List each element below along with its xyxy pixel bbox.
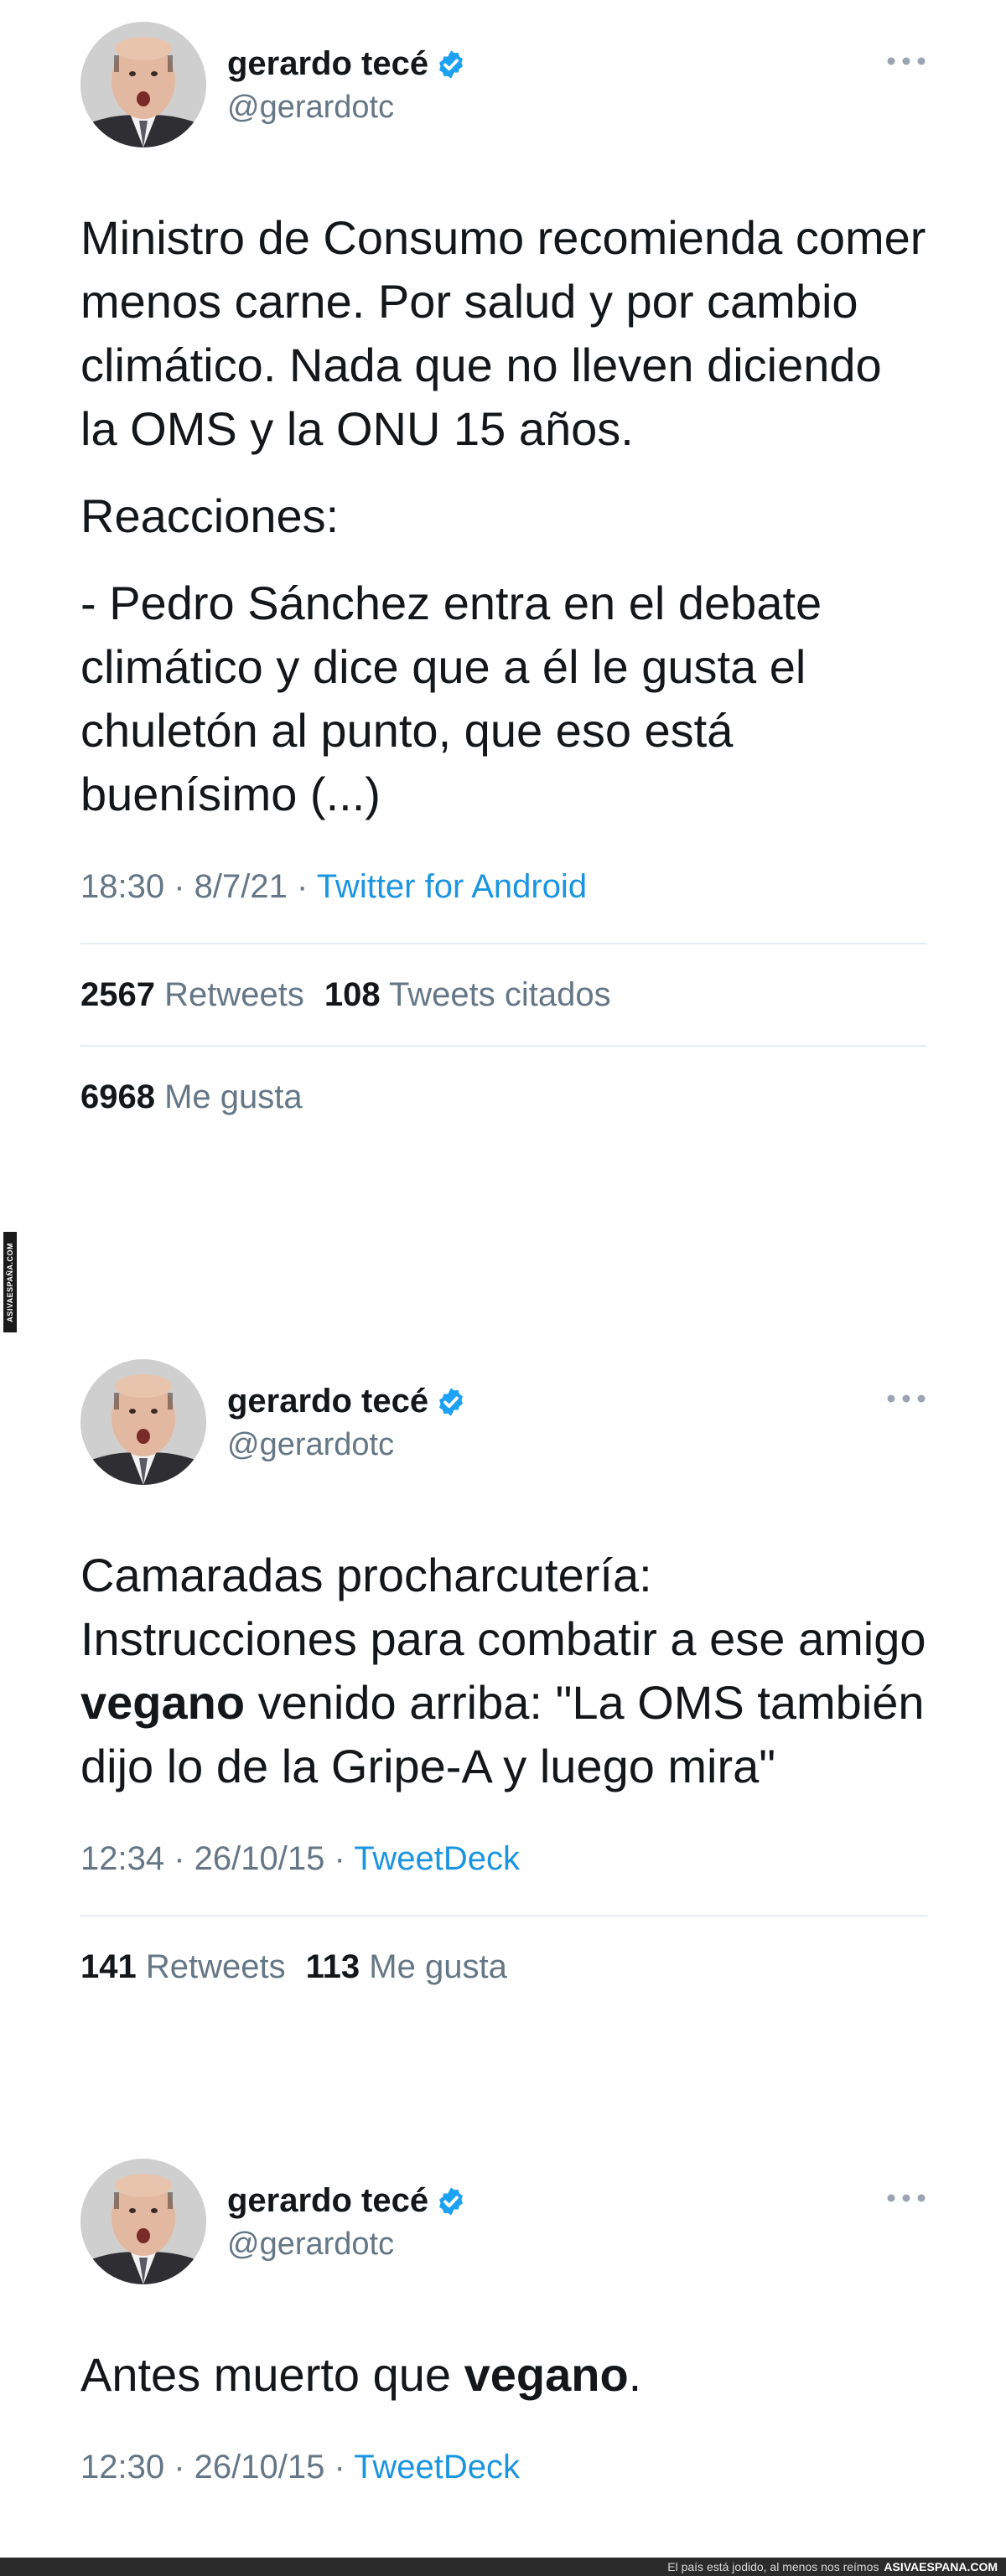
tweet-timestamp: 12:30 · 26/10/15 · TweetDeck <box>80 2449 521 2485</box>
like-label: Me gusta <box>369 1948 507 1985</box>
tweet-text-part: Camaradas procharcutería: Instrucciones … <box>80 1549 926 1665</box>
like-label: Me gusta <box>164 1079 303 1115</box>
quote-label: Tweets citados <box>389 976 611 1013</box>
tweet-source-link[interactable]: Twitter for Android <box>317 868 587 905</box>
tweet-header: gerardo tecé @gerardotc <box>80 2159 927 2284</box>
display-name[interactable]: gerardo tecé <box>227 2182 428 2220</box>
tweet-source-link[interactable]: TweetDeck <box>354 2449 520 2485</box>
tweet-header: gerardo tecé @gerardotc <box>80 1359 927 1485</box>
retweet-count: 2567 <box>80 976 155 1013</box>
tweet-paragraph: Reacciones: <box>80 489 340 542</box>
tweet-date[interactable]: 26/10/15 <box>194 1840 325 1877</box>
verified-badge-icon <box>439 1387 464 1416</box>
footer-tagline: El país está jodido, al menos nos reímos <box>667 2560 879 2573</box>
like-count: 6968 <box>80 1079 155 1115</box>
retweet-label: Retweets <box>145 1948 286 1985</box>
verified-badge-icon <box>439 49 464 79</box>
side-watermark-text: ASIVAESPAÑA.COM <box>6 1242 14 1322</box>
tweet-text-bold: vegano <box>80 1676 246 1729</box>
footer-bar: El país está jodido, al menos nos reímos… <box>0 2558 1006 2576</box>
display-name[interactable]: gerardo tecé <box>227 45 428 83</box>
tweet-header: gerardo tecé @gerardotc <box>80 22 927 147</box>
tweet-paragraph: Antes muerto que vegano. <box>80 2343 927 2407</box>
tweet-stats-retweets: 2567 Retweets 108 Tweets citados <box>80 944 927 1045</box>
tweet-paragraph: Ministro de Consumo recomienda comer men… <box>80 211 926 455</box>
footer-brand[interactable]: ASIVAESPANA.COM <box>884 2560 998 2573</box>
tweet-source-link[interactable]: TweetDeck <box>354 1840 520 1877</box>
tweet-paragraph: Camaradas procharcutería: Instrucciones … <box>80 1544 927 1798</box>
side-watermark: ASIVAESPAÑA.COM <box>3 1232 17 1332</box>
tweet-text-part: Antes muerto que <box>80 2348 464 2401</box>
retweet-stat[interactable]: 2567 Retweets <box>80 976 304 1013</box>
handle[interactable]: @gerardotc <box>227 90 467 126</box>
tweet-text: Antes muerto que vegano. <box>80 2343 927 2407</box>
tweet-3: gerardo tecé @gerardotc Antes muerto que… <box>80 2159 927 2486</box>
display-name[interactable]: gerardo tecé <box>227 1383 428 1420</box>
like-stat[interactable]: 6968 Me gusta <box>80 1079 303 1115</box>
retweet-label: Retweets <box>164 976 304 1013</box>
tweet-time[interactable]: 12:30 <box>80 2449 164 2485</box>
more-options-icon[interactable] <box>885 1393 927 1404</box>
tweet-time[interactable]: 12:34 <box>80 1840 164 1877</box>
tweet-timestamp: 18:30 · 8/7/21 · Twitter for Android <box>80 868 588 905</box>
tweet-text-bold: vegano <box>464 2348 629 2401</box>
user-meta: gerardo tecé @gerardotc <box>227 2182 467 2263</box>
tweet-2: gerardo tecé @gerardotc Camaradas procha… <box>80 1359 927 2017</box>
tweet-date[interactable]: 26/10/15 <box>194 2449 325 2485</box>
verified-badge-icon <box>439 2186 464 2216</box>
tweet-paragraph: - Pedro Sánchez entra en el debate climá… <box>80 577 822 820</box>
handle[interactable]: @gerardotc <box>227 1427 467 1463</box>
avatar[interactable] <box>80 22 206 147</box>
more-options-icon[interactable] <box>885 55 927 67</box>
tweet-time[interactable]: 18:30 <box>80 868 164 905</box>
tweet-text-part: . <box>628 2348 642 2401</box>
tweet-1: gerardo tecé @gerardotc Ministro de Cons… <box>80 22 927 1147</box>
avatar[interactable] <box>80 2159 206 2284</box>
user-meta: gerardo tecé @gerardotc <box>227 1383 467 1463</box>
like-count: 113 <box>305 1948 360 1985</box>
retweet-count: 141 <box>80 1948 137 1985</box>
avatar-image <box>80 1359 206 1485</box>
tweet-stats: 141 Retweets 113 Me gusta <box>80 1916 927 2017</box>
tweet-text: Camaradas procharcutería: Instrucciones … <box>80 1544 927 1798</box>
retweet-stat[interactable]: 141 Retweets <box>80 1948 286 1985</box>
user-meta: gerardo tecé @gerardotc <box>227 45 467 126</box>
avatar-image <box>80 22 206 147</box>
tweet-stats-likes: 6968 Me gusta <box>80 1047 927 1147</box>
tweet-text: Ministro de Consumo recomienda comer men… <box>80 206 927 826</box>
avatar-image <box>80 2159 206 2284</box>
handle[interactable]: @gerardotc <box>227 2227 467 2263</box>
tweet-date[interactable]: 8/7/21 <box>194 868 288 905</box>
tweet-timestamp: 12:34 · 26/10/15 · TweetDeck <box>80 1840 521 1877</box>
avatar[interactable] <box>80 1359 206 1485</box>
quote-count: 108 <box>324 976 381 1013</box>
like-stat[interactable]: 113 Me gusta <box>306 1948 507 1985</box>
quote-stat[interactable]: 108 Tweets citados <box>324 976 611 1013</box>
more-options-icon[interactable] <box>885 2192 927 2204</box>
